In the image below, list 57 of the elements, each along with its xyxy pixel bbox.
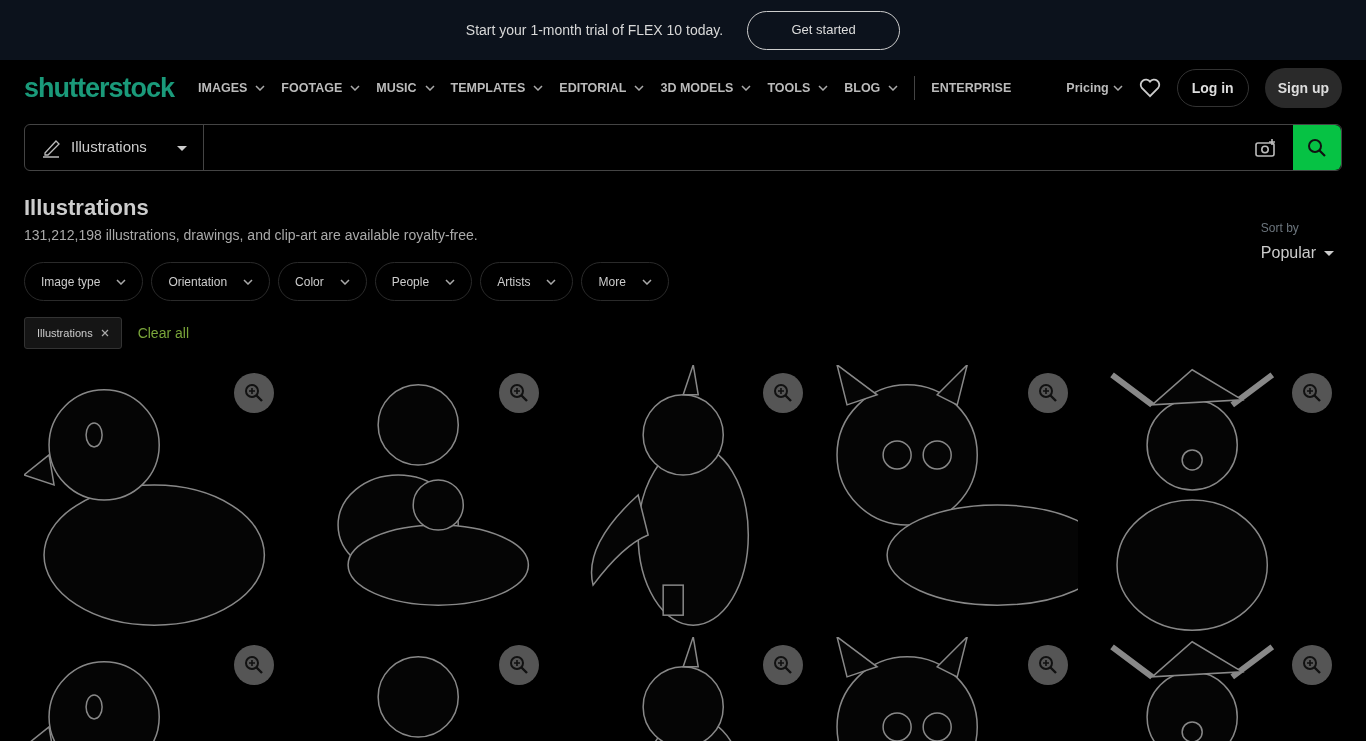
zoom-in-icon xyxy=(1037,655,1058,676)
close-icon xyxy=(100,329,109,338)
zoom-in-icon xyxy=(773,383,794,404)
nav-menu-item[interactable]: ENTERPRISE xyxy=(931,78,1012,98)
filter-chip[interactable]: Illustrations xyxy=(24,317,122,350)
clear-all-link[interactable]: Clear all xyxy=(137,322,189,344)
chevron-icon xyxy=(641,278,652,285)
heart-icon[interactable] xyxy=(1138,78,1161,98)
chevron-icon xyxy=(445,278,456,285)
nav-menu-item[interactable]: FOOTAGE xyxy=(281,78,361,98)
nav-menu-item[interactable]: MUSIC xyxy=(376,78,435,98)
zoom-button[interactable] xyxy=(498,645,539,686)
zoom-button[interactable] xyxy=(234,645,275,686)
zoom-button[interactable] xyxy=(1292,645,1333,686)
zoom-button[interactable] xyxy=(234,373,275,414)
chevron-icon xyxy=(818,85,829,91)
nav-menu-item[interactable]: TEMPLATES xyxy=(450,78,544,98)
signup-button[interactable]: Sign up xyxy=(1264,68,1342,108)
promo-text: Start your 1-month trial of FLEX 10 today. xyxy=(465,20,724,40)
chevron-icon xyxy=(243,278,254,285)
nav-menu-item[interactable]: BLOG xyxy=(844,78,899,98)
nav-menu-item[interactable]: EDITORIAL xyxy=(559,78,645,98)
sort-dropdown[interactable]: Popular xyxy=(1260,241,1334,265)
nav-menu-item[interactable]: IMAGES xyxy=(198,78,266,98)
sort-label: Sort by xyxy=(1260,220,1300,237)
zoom-in-icon xyxy=(508,383,529,404)
chevron-icon xyxy=(116,278,127,285)
zoom-button[interactable] xyxy=(498,373,539,414)
nav-menu-item[interactable]: 3D MODELS xyxy=(660,78,752,98)
result-count-text: 131,212,198 illustrations, drawings, and clip-art are available royalty-free. xyxy=(24,226,479,246)
zoom-button[interactable] xyxy=(1292,373,1333,414)
zoom-in-icon xyxy=(508,655,529,676)
logo[interactable]: shutterstock xyxy=(24,67,175,109)
zoom-in-icon xyxy=(1302,383,1323,404)
zoom-button[interactable] xyxy=(763,645,804,686)
zoom-in-icon xyxy=(244,655,265,676)
chevron-icon xyxy=(424,85,435,91)
caret-icon xyxy=(1324,250,1334,256)
pricing-menu[interactable]: Pricing xyxy=(1066,78,1123,98)
chevron-icon xyxy=(339,278,350,285)
zoom-button[interactable] xyxy=(763,373,804,414)
zoom-in-icon xyxy=(1037,383,1058,404)
chevron-icon xyxy=(1112,85,1123,91)
zoom-in-icon xyxy=(1302,655,1323,676)
chevron-icon xyxy=(350,85,361,91)
chevron-icon xyxy=(255,85,266,91)
nav-menu-item[interactable]: TOOLS xyxy=(767,78,829,98)
zoom-button[interactable] xyxy=(1027,373,1068,414)
chevron-icon xyxy=(634,85,645,91)
chevron-icon xyxy=(888,85,899,91)
chevron-icon xyxy=(546,278,557,285)
chevron-icon xyxy=(741,85,752,91)
zoom-in-icon xyxy=(244,383,265,404)
zoom-button[interactable] xyxy=(1027,645,1068,686)
zoom-in-icon xyxy=(773,655,794,676)
page-title: Illustrations xyxy=(24,195,150,222)
chevron-icon xyxy=(533,85,544,91)
